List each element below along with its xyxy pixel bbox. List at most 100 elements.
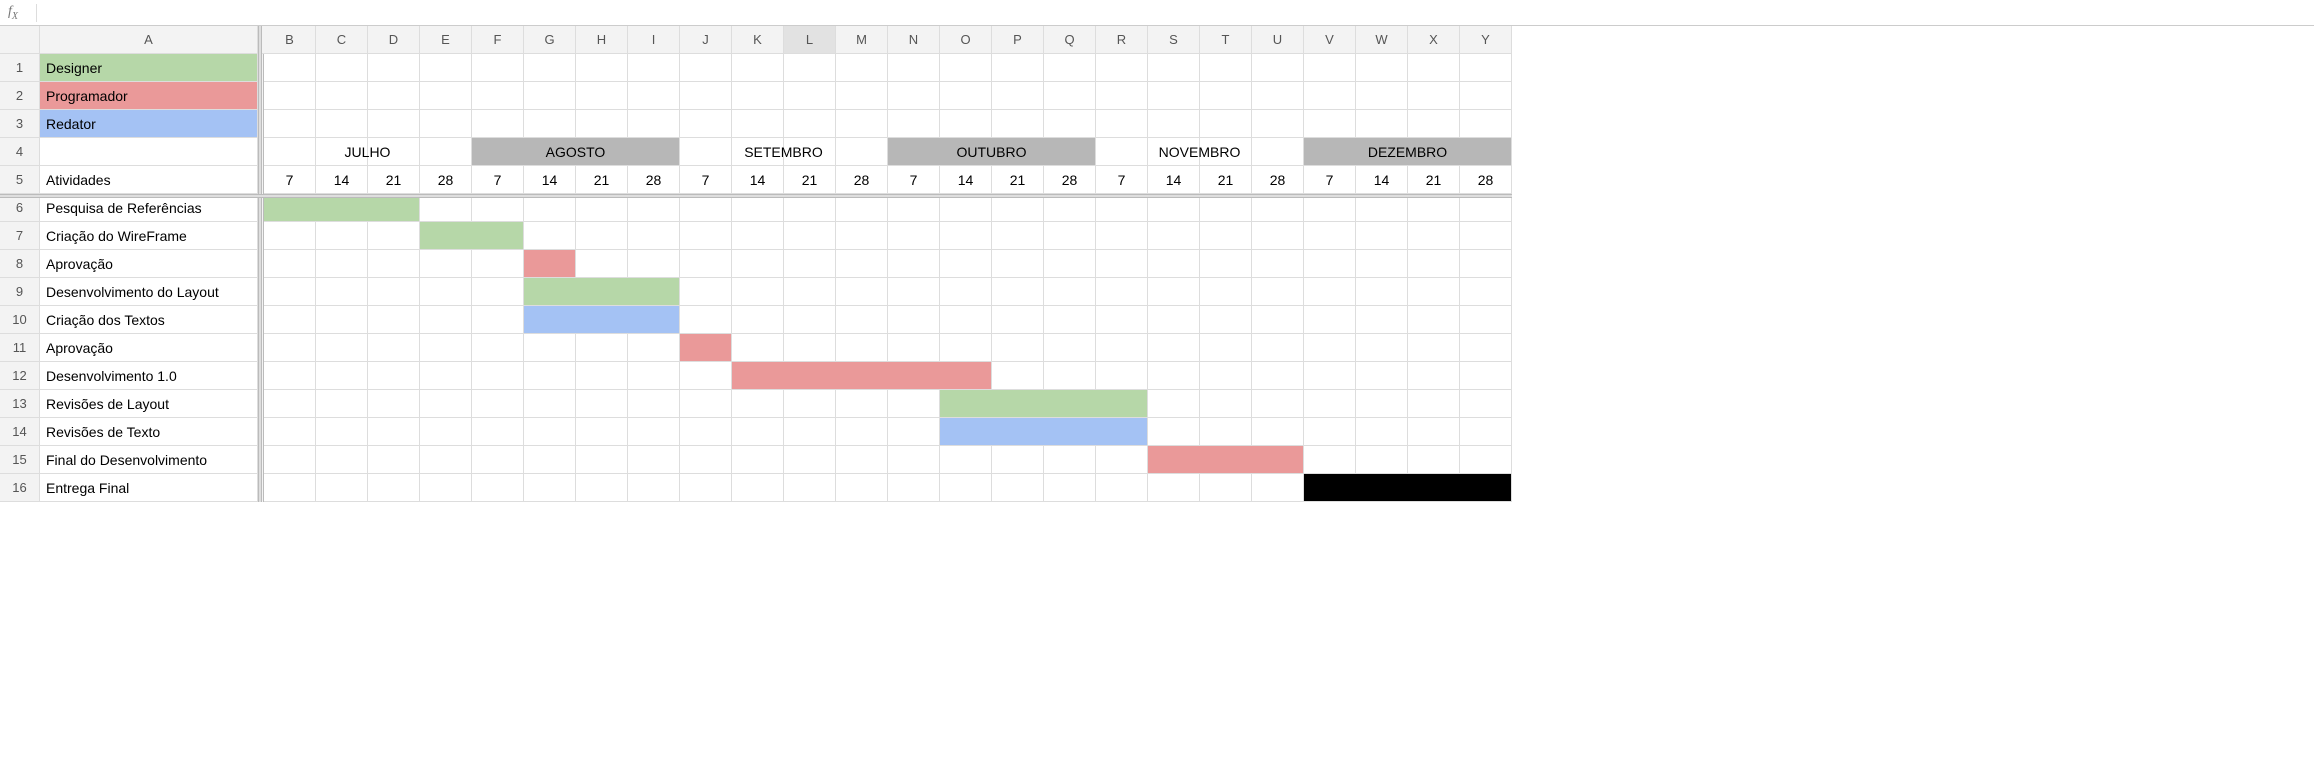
cell-Q9[interactable] [1044, 278, 1096, 306]
row-header-6[interactable]: 6 [0, 194, 40, 222]
date-cell-4[interactable]: 7 [264, 166, 316, 194]
date-cell-10[interactable]: 21 [576, 166, 628, 194]
cell-K15[interactable] [732, 446, 784, 474]
cell-U10[interactable] [1252, 306, 1304, 334]
task-label-row-8[interactable]: Aprovação [40, 250, 258, 278]
column-header-O[interactable]: O [940, 26, 992, 54]
date-cell-20[interactable]: 7 [1096, 166, 1148, 194]
month-header-outubro[interactable]: OUTUBRO [888, 138, 1096, 166]
cell-F13[interactable] [472, 390, 524, 418]
cell-U13[interactable] [1252, 390, 1304, 418]
date-cell-21[interactable]: 14 [1148, 166, 1200, 194]
cell-M1[interactable] [836, 54, 888, 82]
cell-P6[interactable] [992, 194, 1044, 222]
task-label-row-9[interactable]: Desenvolvimento do Layout [40, 278, 258, 306]
cell-C2[interactable] [316, 82, 368, 110]
cell-H2[interactable] [576, 82, 628, 110]
cell-W14[interactable] [1356, 418, 1408, 446]
cell-N6[interactable] [888, 194, 940, 222]
cell-Y8[interactable] [1460, 250, 1512, 278]
column-header-M[interactable]: M [836, 26, 888, 54]
cell-T12[interactable] [1200, 362, 1252, 390]
gantt-bar-row-14[interactable] [940, 418, 1148, 446]
cell-J3[interactable] [680, 110, 732, 138]
cell-V2[interactable] [1304, 82, 1356, 110]
cell-E16[interactable] [420, 474, 472, 502]
cell-E13[interactable] [420, 390, 472, 418]
cell-X12[interactable] [1408, 362, 1460, 390]
cell-V8[interactable] [1304, 250, 1356, 278]
cell-K9[interactable] [732, 278, 784, 306]
cell-O8[interactable] [940, 250, 992, 278]
cell-G13[interactable] [524, 390, 576, 418]
cell-H15[interactable] [576, 446, 628, 474]
cell-W9[interactable] [1356, 278, 1408, 306]
cell-H11[interactable] [576, 334, 628, 362]
cell-R7[interactable] [1096, 222, 1148, 250]
cell-G6[interactable] [524, 194, 576, 222]
cell-X2[interactable] [1408, 82, 1460, 110]
cell-G14[interactable] [524, 418, 576, 446]
cell-X6[interactable] [1408, 194, 1460, 222]
date-cell-25[interactable]: 14 [1356, 166, 1408, 194]
cell-C12[interactable] [316, 362, 368, 390]
gantt-bar-row-9[interactable] [524, 278, 680, 306]
date-cell-26[interactable]: 21 [1408, 166, 1460, 194]
cell-B14[interactable] [264, 418, 316, 446]
cell-J16[interactable] [680, 474, 732, 502]
cell-Q15[interactable] [1044, 446, 1096, 474]
cell-P1[interactable] [992, 54, 1044, 82]
cell-E9[interactable] [420, 278, 472, 306]
cell-M6[interactable] [836, 194, 888, 222]
cell-L14[interactable] [784, 418, 836, 446]
cell-S2[interactable] [1148, 82, 1200, 110]
cell-V10[interactable] [1304, 306, 1356, 334]
row-header-9[interactable]: 9 [0, 278, 40, 306]
cell-F8[interactable] [472, 250, 524, 278]
cell-N14[interactable] [888, 418, 940, 446]
cell-J10[interactable] [680, 306, 732, 334]
cell-N10[interactable] [888, 306, 940, 334]
cell-O6[interactable] [940, 194, 992, 222]
date-cell-23[interactable]: 28 [1252, 166, 1304, 194]
cell-I2[interactable] [628, 82, 680, 110]
cell-V1[interactable] [1304, 54, 1356, 82]
cell-P8[interactable] [992, 250, 1044, 278]
cell-K6[interactable] [732, 194, 784, 222]
cell-W3[interactable] [1356, 110, 1408, 138]
cell-D14[interactable] [368, 418, 420, 446]
cell-X8[interactable] [1408, 250, 1460, 278]
cell-K3[interactable] [732, 110, 784, 138]
cell-G2[interactable] [524, 82, 576, 110]
cell-U3[interactable] [1252, 110, 1304, 138]
cell-E2[interactable] [420, 82, 472, 110]
cell-W1[interactable] [1356, 54, 1408, 82]
cell-D7[interactable] [368, 222, 420, 250]
cell-R10[interactable] [1096, 306, 1148, 334]
cell-R16[interactable] [1096, 474, 1148, 502]
cell-H16[interactable] [576, 474, 628, 502]
spreadsheet-grid[interactable]: ABCDEFGHIJKLMNOPQRSTUVWXY123456789101112… [0, 26, 2314, 502]
date-cell-15[interactable]: 28 [836, 166, 888, 194]
cell-M14[interactable] [836, 418, 888, 446]
cell-B8[interactable] [264, 250, 316, 278]
cell-U11[interactable] [1252, 334, 1304, 362]
cell-D1[interactable] [368, 54, 420, 82]
cell-P7[interactable] [992, 222, 1044, 250]
cell-F1[interactable] [472, 54, 524, 82]
cell-P12[interactable] [992, 362, 1044, 390]
column-header-P[interactable]: P [992, 26, 1044, 54]
column-header-V[interactable]: V [1304, 26, 1356, 54]
column-header-T[interactable]: T [1200, 26, 1252, 54]
cell-E3[interactable] [420, 110, 472, 138]
cell-I11[interactable] [628, 334, 680, 362]
cell-C7[interactable] [316, 222, 368, 250]
gantt-bar-row-10[interactable] [524, 306, 680, 334]
cell-T1[interactable] [1200, 54, 1252, 82]
cell-H7[interactable] [576, 222, 628, 250]
cell-L11[interactable] [784, 334, 836, 362]
gantt-bar-row-8[interactable] [524, 250, 576, 278]
cell-S13[interactable] [1148, 390, 1200, 418]
cell-H8[interactable] [576, 250, 628, 278]
cell-X13[interactable] [1408, 390, 1460, 418]
